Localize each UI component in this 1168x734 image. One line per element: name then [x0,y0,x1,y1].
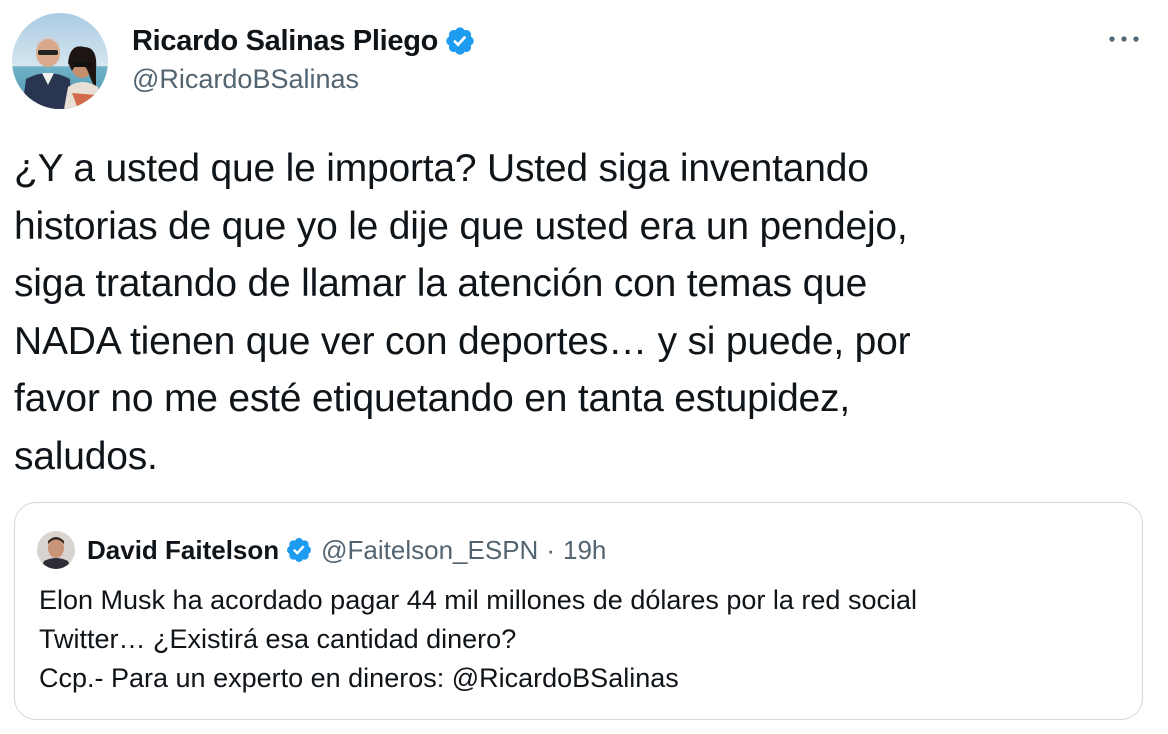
author-avatar[interactable] [12,13,108,109]
author-display-name[interactable]: Ricardo Salinas Pliego [132,25,438,58]
author-name-row: Ricardo Salinas Pliego [132,22,476,60]
more-options-button[interactable] [1104,24,1144,54]
author-block: Ricardo Salinas Pliego @RicardoBSalinas [132,22,476,95]
quoted-author-handle[interactable]: @Faitelson_ESPN [321,535,538,566]
quoted-tweet[interactable]: David Faitelson @Faitelson_ESPN · 19h El… [14,502,1143,720]
quoted-author-name[interactable]: David Faitelson [87,535,279,566]
tweet-text: ¿Y a usted que le importa? Usted siga in… [14,147,911,478]
quoted-tweet-header: David Faitelson @Faitelson_ESPN · 19h [37,531,606,569]
avatar-photo [12,13,108,109]
tweet: Ricardo Salinas Pliego @RicardoBSalinas … [0,0,1168,734]
verified-badge-icon [444,25,476,57]
quoted-separator: · [546,534,555,565]
quoted-tweet-text: Elon Musk ha acordado pagar 44 mil millo… [39,585,917,693]
quoted-avatar-photo [37,531,75,569]
quoted-timestamp[interactable]: 19h [563,535,606,566]
author-handle[interactable]: @RicardoBSalinas [132,64,476,95]
quoted-author-avatar[interactable] [37,531,75,569]
more-options-icon [1109,36,1139,42]
quoted-verified-badge-icon [285,536,313,564]
